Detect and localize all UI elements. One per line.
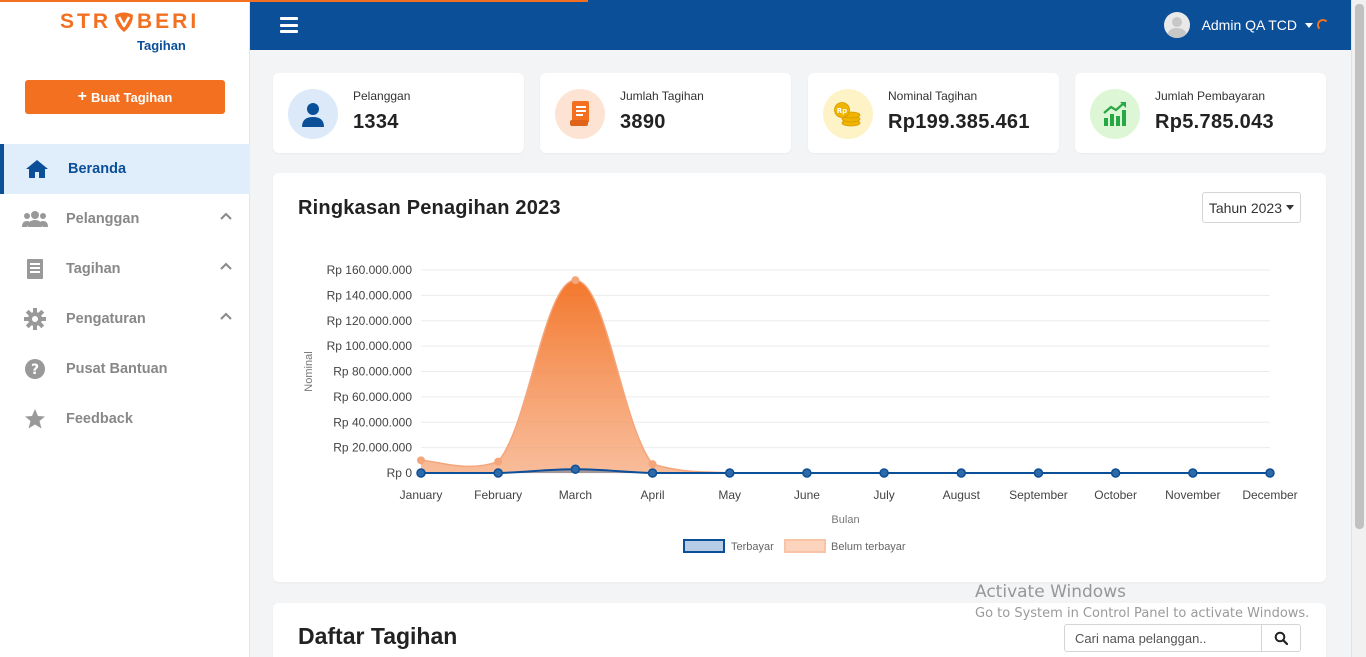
x-tick-label: June (794, 488, 820, 502)
svg-text:?: ? (31, 362, 39, 378)
y-tick-label: Rp 40.000.000 (333, 415, 412, 429)
data-point-belum-terbayar (571, 276, 580, 285)
search-button[interactable] (1261, 624, 1301, 652)
sidebar-item-pengaturan[interactable]: Pengaturan (0, 294, 250, 344)
data-point-terbayar (1110, 468, 1121, 478)
svg-text:Rp: Rp (837, 107, 847, 115)
data-point-terbayar (647, 468, 658, 478)
star-icon (22, 408, 48, 430)
legend-terbayar-label: Terbayar (731, 541, 774, 553)
avatar (1163, 12, 1190, 38)
sidebar-menu: Beranda Pelanggan Tagihan Pengaturan ? P… (0, 144, 250, 444)
user-menu[interactable]: Admin QA TCD (1163, 12, 1329, 38)
stat-card-jumlah-tagihan: Jumlah Tagihan 3890 (540, 73, 791, 153)
create-invoice-button[interactable]: + Buat Tagihan (25, 80, 225, 114)
y-tick-label: Rp 100.000.000 (327, 339, 413, 353)
receipt-icon (22, 258, 48, 280)
invoice-list-title: Daftar Tagihan (298, 623, 458, 649)
loading-progress-bar (0, 0, 588, 2)
user-icon (288, 89, 338, 139)
home-icon (24, 158, 50, 180)
data-point-terbayar (1265, 468, 1275, 478)
x-tick-label: October (1094, 488, 1137, 502)
x-tick-label: January (400, 488, 443, 502)
data-point-belum-terbayar (417, 456, 425, 465)
sidebar-item-pusat-bantuan[interactable]: ? Pusat Bantuan (0, 344, 250, 394)
y-tick-label: Rp 20.000.000 (333, 441, 412, 455)
y-tick-label: Rp 80.000.000 (333, 365, 412, 379)
sidebar-item-pelanggan[interactable]: Pelanggan (0, 194, 250, 244)
sidebar-item-beranda[interactable]: Beranda (0, 144, 250, 194)
x-tick-label: February (474, 488, 522, 502)
x-axis-title: Bulan (831, 514, 859, 526)
sidebar-item-feedback[interactable]: Feedback (0, 394, 250, 444)
chevron-up-icon (220, 262, 232, 270)
x-tick-label: November (1165, 488, 1220, 502)
x-tick-label: December (1242, 488, 1297, 502)
hamburger-menu-icon[interactable] (280, 17, 298, 33)
question-icon: ? (22, 358, 48, 380)
stat-card-jumlah-pembayaran: Jumlah Pembayaran Rp5.785.043 (1075, 73, 1326, 153)
caret-down-icon (1305, 22, 1313, 28)
x-tick-label: May (718, 488, 741, 502)
sidebar-item-tagihan[interactable]: Tagihan (0, 244, 250, 294)
search-icon (1274, 631, 1288, 645)
data-point-terbayar (570, 464, 581, 474)
legend-belum-terbayar-label: Belum terbayar (831, 541, 906, 553)
data-point-terbayar (879, 468, 889, 478)
y-axis-title: Nominal (303, 351, 315, 391)
user-name: Admin QA TCD (1201, 17, 1297, 33)
chevron-up-icon (220, 212, 232, 220)
users-icon (22, 208, 48, 230)
data-point-terbayar (802, 468, 812, 478)
strawberry-logo-icon (115, 12, 133, 32)
plus-icon: + (77, 88, 87, 105)
search-input[interactable] (1064, 624, 1261, 652)
data-point-belum-terbayar (494, 457, 503, 466)
invoice-icon (555, 89, 605, 139)
billing-area-chart: Rp 0 Rp 20.000.000 Rp 40.000.000 Rp 60.000.… (303, 263, 1298, 553)
search-bar (1064, 624, 1301, 652)
billing-summary-card: Ringkasan Penagihan 2023 Tahun 2023 Rp 0… (273, 173, 1326, 582)
y-tick-label: Rp 140.000.000 (327, 288, 413, 302)
coins-icon: Rp (823, 89, 873, 139)
y-tick-label: Rp 120.000.000 (327, 314, 413, 328)
topbar: Admin QA TCD (250, 0, 1351, 50)
y-tick-label: Rp 160.000.000 (327, 263, 413, 277)
loading-spinner-icon (1317, 19, 1329, 31)
x-tick-label: July (873, 488, 894, 502)
x-tick-label: September (1009, 488, 1068, 502)
stat-card-nominal-tagihan: Rp Nominal Tagihan Rp199.385.461 (808, 73, 1059, 153)
x-tick-label: April (641, 488, 665, 502)
growth-chart-icon (1090, 89, 1140, 139)
invoice-list-card: Daftar Tagihan (273, 603, 1326, 657)
scrollbar-thumb[interactable] (1355, 4, 1364, 529)
data-point-belum-terbayar (648, 460, 657, 469)
chevron-up-icon (220, 312, 232, 320)
page-scrollbar[interactable] (1351, 0, 1366, 657)
data-point-terbayar (1188, 468, 1198, 478)
legend-terbayar-swatch (683, 539, 725, 553)
data-point-terbayar (416, 468, 426, 478)
series-area-belum-terbayar (421, 280, 1270, 473)
gear-icon (22, 308, 48, 330)
x-tick-label: August (943, 488, 981, 502)
y-tick-label: Rp 0 (387, 466, 413, 480)
y-tick-label: Rp 60.000.000 (333, 390, 412, 404)
legend-belum-terbayar-swatch (784, 539, 826, 553)
logo[interactable]: STR BERI Tagihan (60, 10, 200, 58)
x-tick-label: March (559, 488, 592, 502)
data-point-terbayar (956, 468, 967, 478)
sidebar: STR BERI Tagihan + Buat Tagihan Beranda … (0, 0, 250, 657)
data-point-terbayar (1033, 468, 1044, 478)
data-point-terbayar (493, 468, 503, 478)
data-point-terbayar (724, 468, 735, 478)
stat-card-pelanggan: Pelanggan 1334 (273, 73, 524, 153)
